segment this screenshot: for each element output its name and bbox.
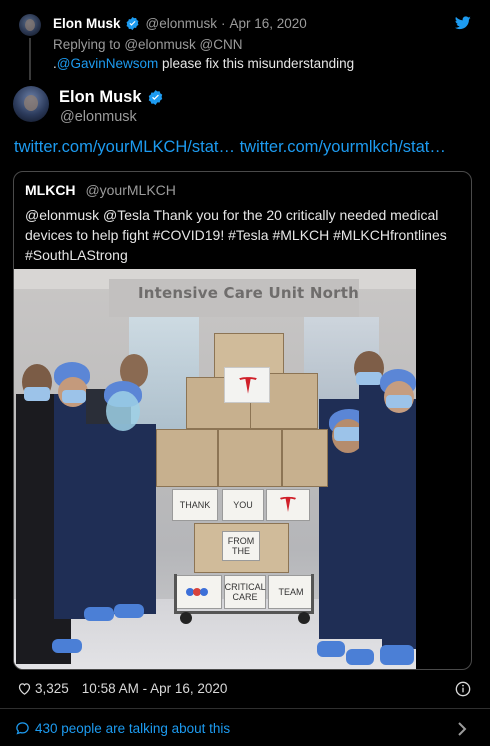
face-mask (386, 395, 412, 408)
tweet-link-1[interactable]: twitter.com/yourMLKCH/stat… (14, 138, 235, 156)
replying-prefix: Replying to (53, 37, 121, 52)
parent-header: Elon Musk @elonmusk · Apr 16, 2020 (53, 16, 307, 31)
tweet-meta: 3,325 10:58 AM - Apr 16, 2020 (17, 681, 227, 696)
cart-wheel (298, 612, 310, 624)
replying-to-line: Replying to @elonmusk @CNN (53, 37, 243, 52)
shoe-cover (52, 639, 82, 653)
tweet-links: twitter.com/yourMLKCH/stat… twitter.com/… (14, 138, 446, 157)
quoted-tweet-card[interactable]: MLKCH @yourMLKCH @elonmusk @Tesla Thank … (13, 171, 472, 670)
from-the-card: FROM THE (222, 531, 260, 561)
parent-avatar[interactable] (19, 14, 41, 36)
tesla-logo-icon (239, 377, 257, 394)
parent-author-handle[interactable]: @elonmusk (146, 16, 217, 31)
author-handle[interactable]: @elonmusk (60, 109, 137, 125)
separator-dot: · (221, 16, 226, 31)
quoted-tweet-photo[interactable]: Intensive Care Unit North THANK YOU FROM… (14, 269, 416, 669)
author-avatar[interactable] (13, 86, 49, 122)
icu-sign-text: Intensive Care Unit North (138, 284, 359, 302)
cart-frame (174, 574, 314, 614)
twitter-bird-icon[interactable] (455, 16, 471, 30)
cart-wheel (180, 612, 192, 624)
face-mask (62, 390, 86, 403)
footer-divider (0, 708, 490, 709)
tweet-timestamp[interactable]: 10:58 AM - Apr 16, 2020 (82, 681, 228, 696)
author-name-row[interactable]: Elon Musk (59, 88, 164, 107)
face-mask (356, 372, 382, 385)
face-mask (24, 387, 50, 401)
quoted-author-handle[interactable]: @yourMLKCH (85, 182, 175, 198)
author-name[interactable]: Elon Musk (59, 88, 142, 107)
parent-date[interactable]: Apr 16, 2020 (230, 16, 307, 31)
parent-tweet-text: .@GavinNewsom please fix this misunderst… (53, 56, 354, 71)
supply-box (282, 429, 328, 487)
staff-member (382, 399, 416, 649)
supply-box (156, 429, 218, 487)
mention-link[interactable]: @GavinNewsom (57, 56, 158, 71)
face-mask (334, 427, 362, 441)
replying-to-mentions[interactable]: @elonmusk @CNN (124, 37, 242, 52)
verified-badge-icon (126, 16, 138, 31)
shoe-cover (84, 607, 114, 621)
verified-badge-icon (148, 90, 162, 105)
info-icon[interactable] (455, 681, 471, 697)
face-shield (106, 391, 140, 431)
parent-author-name[interactable]: Elon Musk (53, 16, 121, 31)
tesla-card-middle (266, 489, 310, 521)
parent-text-rest: please fix this misunderstanding (158, 56, 355, 71)
tesla-logo-card (224, 367, 270, 403)
supply-box (218, 429, 282, 487)
shoe-cover (380, 645, 414, 665)
you-card: YOU (222, 489, 264, 521)
conversation-link[interactable]: 430 people are talking about this (15, 721, 230, 736)
chevron-right-icon[interactable] (457, 722, 467, 736)
parent-tweet[interactable]: Elon Musk @elonmusk · Apr 16, 2020 Reply… (0, 0, 490, 80)
thank-card: THANK (172, 489, 218, 521)
staff-member (86, 424, 156, 614)
quoted-tweet-header: MLKCH @yourMLKCH (25, 182, 176, 198)
speech-bubble-icon (16, 722, 29, 735)
quoted-tweet-text: @elonmusk @Tesla Thank you for the 20 cr… (25, 207, 447, 263)
shoe-cover (317, 641, 345, 657)
shoe-cover (114, 604, 144, 618)
talking-text[interactable]: 430 people are talking about this (35, 721, 230, 736)
tesla-logo-icon (280, 496, 296, 512)
thread-line (29, 38, 31, 80)
heart-icon[interactable] (17, 681, 32, 696)
shoe-cover (346, 649, 374, 665)
quoted-author-name[interactable]: MLKCH (25, 182, 76, 198)
tweet-link-2[interactable]: twitter.com/yourmlkch/stat… (240, 138, 446, 156)
like-count[interactable]: 3,325 (35, 681, 69, 696)
